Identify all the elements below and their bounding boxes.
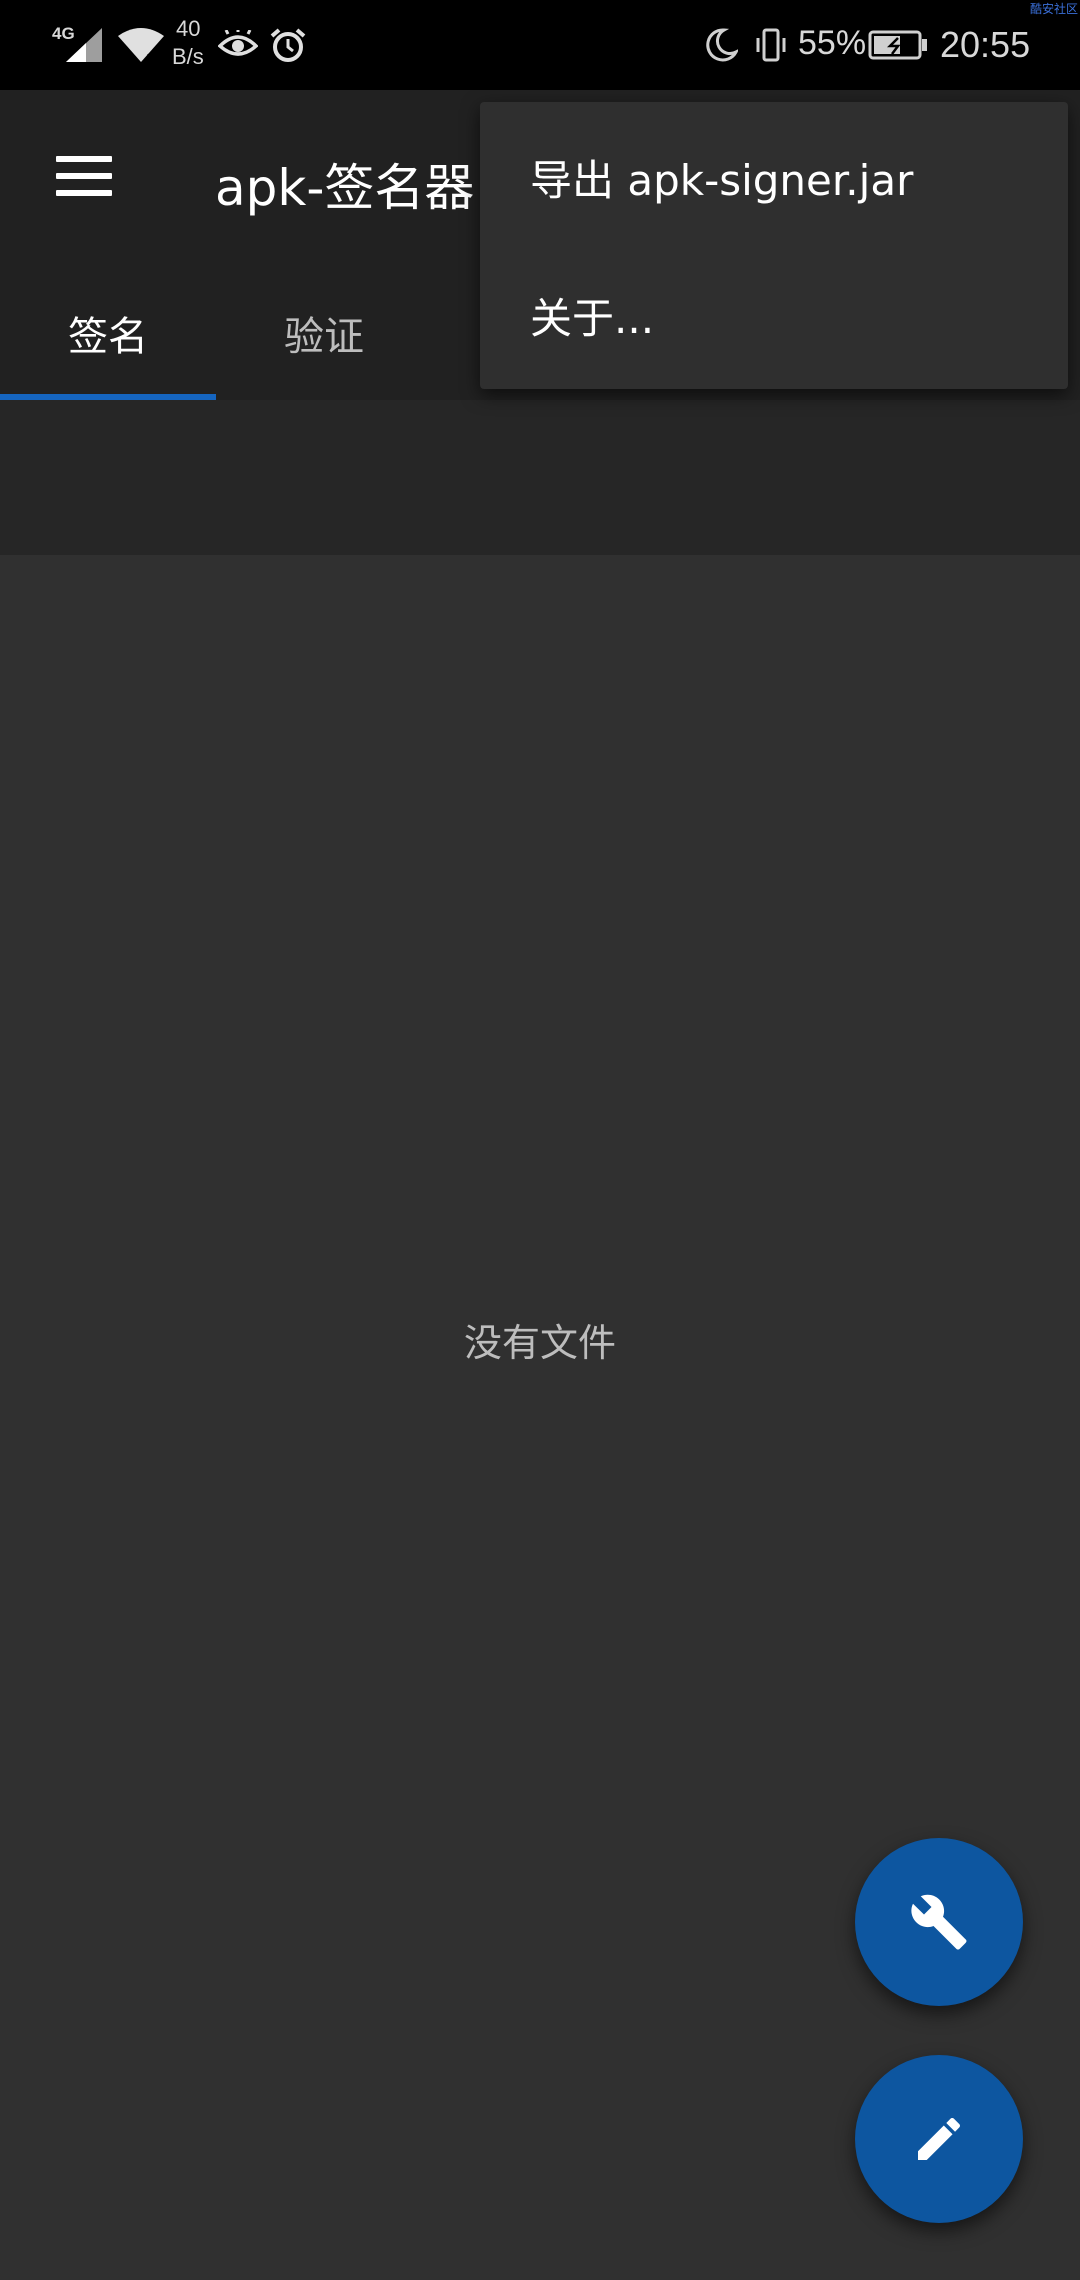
tab-sign[interactable]: 签名: [0, 290, 216, 400]
wrench-icon: [911, 1894, 967, 1950]
edit-fab-button[interactable]: [855, 2055, 1023, 2223]
alarm-icon: [270, 28, 306, 62]
pencil-icon: [918, 2117, 961, 2160]
overflow-menu: 导出 apk-signer.jar 关于...: [480, 102, 1068, 389]
empty-state-text: 没有文件: [463, 1321, 616, 1365]
menu-item-export-jar[interactable]: 导出 apk-signer.jar: [480, 107, 1068, 247]
file-list-area: [0, 555, 1080, 2280]
toolbar-spacer: [0, 400, 1080, 555]
watermark: 酷安社区: [1029, 2, 1078, 16]
menu-item-about[interactable]: 关于...: [480, 245, 1068, 385]
app-title: apk-签名器: [215, 159, 475, 217]
signal-icon: [66, 28, 102, 62]
clock: 20:55: [940, 24, 1031, 65]
tools-fab-button[interactable]: [855, 1838, 1023, 2006]
tab-verify[interactable]: 验证: [216, 290, 432, 400]
wifi-icon: [118, 28, 164, 62]
hamburger-menu-icon[interactable]: [40, 142, 124, 226]
net-speed-value: 40: [176, 16, 201, 41]
vibrate-icon: [756, 28, 786, 62]
eye-icon: [218, 30, 258, 56]
battery-percent: 55%: [798, 24, 867, 62]
battery-icon: [868, 30, 927, 60]
status-bar: 4G 40 B/s 55% 20:55: [0, 0, 1080, 90]
net-speed-unit: B/s: [172, 44, 204, 69]
moon-icon: [706, 28, 738, 62]
